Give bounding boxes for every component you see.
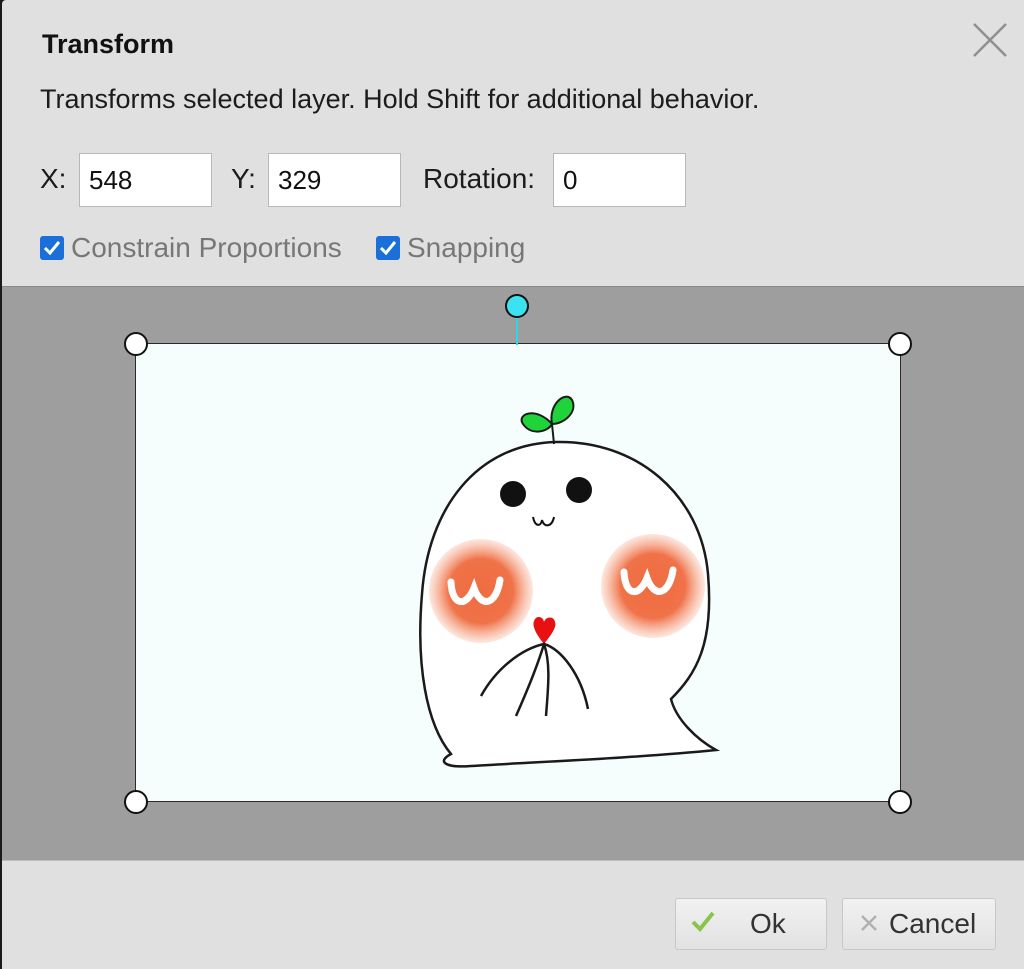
checkmark-icon [690,908,716,941]
y-label: Y: [231,163,256,194]
snapping-label: Snapping [407,232,526,263]
snapping-checkbox[interactable] [376,236,400,260]
snapping-option[interactable]: Snapping [376,230,525,266]
rotation-input[interactable] [553,153,686,207]
resize-handle-bottom-right[interactable] [888,790,912,814]
ok-label: Ok [750,908,786,939]
rotation-guide-line [516,315,518,345]
x-label: X: [40,163,67,194]
rotation-handle[interactable] [505,294,529,318]
checkmark-icon [43,241,61,256]
close-icon [973,23,1007,57]
y-input[interactable] [268,153,401,207]
resize-handle-bottom-left[interactable] [124,790,148,814]
constrain-proportions-checkbox[interactable] [40,236,64,260]
x-icon [859,908,879,940]
resize-handle-top-left[interactable] [124,332,148,356]
layer-bounding-box[interactable] [135,343,901,802]
dialog-title: Transform [42,29,175,59]
rotation-label: Rotation: [423,163,536,194]
cancel-button[interactable]: Cancel [842,898,996,950]
checkmark-icon [379,241,397,256]
constrain-proportions-label: Constrain Proportions [71,232,342,263]
x-input[interactable] [79,153,212,207]
ok-button[interactable]: Ok [675,898,827,950]
resize-handle-top-right[interactable] [888,332,912,356]
close-button[interactable] [970,20,1010,60]
constrain-proportions-option[interactable]: Constrain Proportions [40,230,342,266]
transform-dialog: Transform Transforms selected layer. Hol… [2,0,1024,969]
cancel-label: Cancel [889,908,977,939]
dialog-description: Transforms selected layer. Hold Shift fo… [40,84,760,114]
ghost-sprout-illustration [419,395,721,768]
transform-preview-area [2,286,1024,861]
